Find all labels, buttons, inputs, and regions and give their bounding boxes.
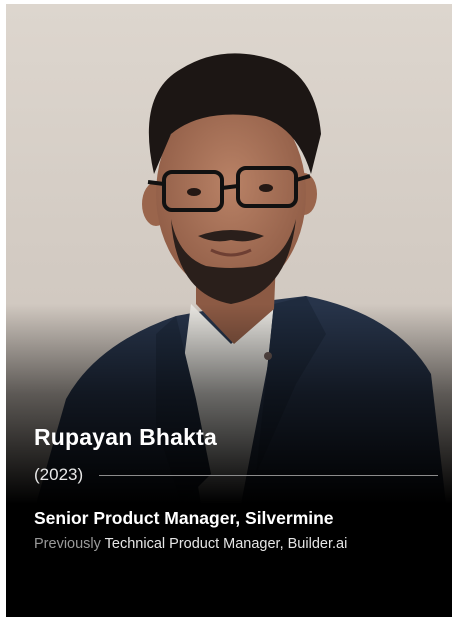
previous-role: Technical Product Manager, Builder.ai	[104, 536, 348, 552]
profile-info: Rupayan Bhakta (2023) Senior Product Man…	[34, 422, 438, 553]
current-role: Senior Product Manager, Silvermine	[34, 508, 334, 528]
previous-role-line: Previously Technical Product Manager, Bu…	[34, 535, 438, 553]
previous-prefix: Previously	[34, 536, 101, 552]
profile-card[interactable]: Rupayan Bhakta (2023) Senior Product Man…	[6, 4, 452, 617]
profile-year: (2023)	[34, 465, 84, 484]
divider-line	[99, 474, 438, 476]
year-row: (2023)	[34, 464, 438, 486]
profile-name: Rupayan Bhakta	[34, 424, 218, 450]
